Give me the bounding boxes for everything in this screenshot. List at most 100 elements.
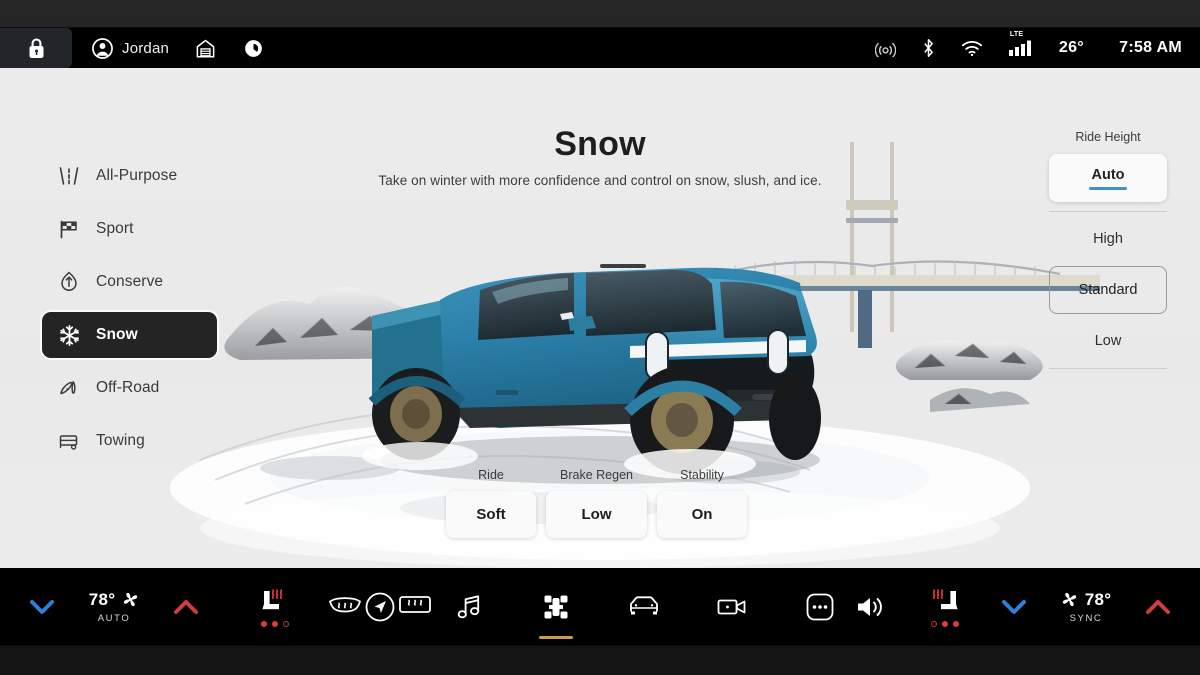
sidebar-item-conserve[interactable]: Conserve xyxy=(42,259,217,305)
volume-icon xyxy=(855,594,887,620)
nav-drive-modes-button[interactable] xyxy=(526,579,586,639)
sidebar-item-label: Sport xyxy=(96,220,134,237)
rivian-logo-icon xyxy=(244,39,263,58)
heated-seat-icon xyxy=(928,586,962,616)
snowflake-icon xyxy=(56,322,82,348)
sidebar-item-snow[interactable]: Snow xyxy=(42,312,217,358)
setting-stability: Stability On xyxy=(657,468,747,538)
setting-value-button[interactable]: Soft xyxy=(446,491,536,538)
garage-button[interactable] xyxy=(195,38,216,59)
drive-mode-list: All-Purpose Sport Conserve Snow Off-Road… xyxy=(42,153,217,464)
status-bar: Jordan LTE 26° 7:58 AM xyxy=(0,28,1200,68)
sidebar-item-label: Towing xyxy=(96,432,145,449)
ride-height-option-label: High xyxy=(1093,231,1123,247)
ride-height-option-label: Auto xyxy=(1091,166,1125,183)
infotainment-screen: Jordan LTE 26° 7:58 AM All-Purpose Sport… xyxy=(0,28,1200,645)
divider xyxy=(1049,368,1167,369)
taskbar-app-nav xyxy=(350,579,850,639)
ride-height-option-high[interactable]: High xyxy=(1093,212,1123,266)
driver-temperature: 78° xyxy=(88,589,116,609)
user-avatar-icon xyxy=(92,37,113,59)
ride-height-panel: Ride Height Auto High Standard Low xyxy=(1048,130,1168,369)
road-icon xyxy=(56,163,82,189)
heat-dot xyxy=(953,621,959,627)
driver-climate-readout[interactable]: 78° AUTO xyxy=(74,571,154,643)
heat-dot xyxy=(272,621,278,627)
driver-temp-up-button[interactable] xyxy=(154,571,218,643)
outside-temperature: 26° xyxy=(1058,39,1084,56)
chevron-up-icon xyxy=(173,599,199,615)
setting-value-button[interactable]: On xyxy=(657,491,747,538)
heat-dot xyxy=(283,621,289,627)
heat-dot xyxy=(931,621,937,627)
rivian-logo-button[interactable] xyxy=(244,39,263,58)
ride-height-option-low[interactable]: Low xyxy=(1095,314,1122,368)
seat-heat-level xyxy=(261,621,289,627)
active-tab-indicator xyxy=(539,635,573,639)
selection-underline xyxy=(1089,186,1127,190)
garage-icon xyxy=(195,38,216,59)
vehicle-chassis-icon xyxy=(541,592,571,622)
rivian-r1t-truck xyxy=(362,264,821,484)
sidebar-item-all-purpose[interactable]: All-Purpose xyxy=(42,153,217,199)
ride-height-title: Ride Height xyxy=(1075,130,1141,144)
sidebar-item-off-road[interactable]: Off-Road xyxy=(42,365,217,411)
mode-settings-row: Ride Soft Brake Regen Low Stability On xyxy=(446,468,747,538)
checkered-flag-icon xyxy=(56,216,82,242)
ride-height-option-auto[interactable]: Auto xyxy=(1049,154,1167,202)
taskbar-right-group: 78° SYNC xyxy=(834,571,1190,643)
chevron-up-icon xyxy=(1145,599,1171,615)
clock: 7:58 AM xyxy=(1119,39,1182,56)
fan-icon xyxy=(122,591,139,608)
lock-button[interactable] xyxy=(0,28,72,68)
driver-seat-heater-button[interactable] xyxy=(240,571,310,643)
sidebar-item-label: Snow xyxy=(96,326,138,343)
nav-camera-button[interactable] xyxy=(702,579,762,635)
chevron-down-icon xyxy=(1001,599,1027,615)
camera-icon xyxy=(716,594,748,620)
setting-label: Ride xyxy=(478,468,504,482)
ride-height-option-label: Standard xyxy=(1078,282,1138,298)
lock-icon xyxy=(28,37,45,59)
chevron-down-icon xyxy=(29,599,55,615)
fan-icon xyxy=(1061,591,1078,608)
sidebar-item-towing[interactable]: Towing xyxy=(42,418,217,464)
setting-ride: Ride Soft xyxy=(446,468,536,538)
passenger-temp-down-button[interactable] xyxy=(982,571,1046,643)
setting-value-button[interactable]: Low xyxy=(546,491,647,538)
heat-dot xyxy=(942,621,948,627)
main-content: All-Purpose Sport Conserve Snow Off-Road… xyxy=(0,68,1200,605)
passenger-temperature: 78° xyxy=(1084,589,1112,609)
cellular-label: LTE xyxy=(1009,31,1024,38)
bluetooth-icon[interactable] xyxy=(922,38,935,58)
wifi-icon[interactable] xyxy=(961,40,983,57)
nav-media-button[interactable] xyxy=(438,579,498,635)
passenger-climate-readout[interactable]: 78° SYNC xyxy=(1046,571,1126,643)
wireless-broadcast-icon[interactable] xyxy=(874,40,896,57)
driver-temp-down-button[interactable] xyxy=(10,571,74,643)
cellular-signal-icon[interactable]: LTE xyxy=(1008,31,1033,56)
bottom-taskbar: 78° AUTO 78° SYNC xyxy=(0,568,1200,645)
ride-height-option-label: Low xyxy=(1094,333,1122,349)
passenger-seat-heater-button[interactable] xyxy=(908,571,982,643)
nav-vehicle-button[interactable] xyxy=(614,579,674,635)
driver-climate-mode: AUTO xyxy=(97,612,131,624)
leaf-icon xyxy=(56,269,82,295)
setting-label: Brake Regen xyxy=(560,468,633,482)
heated-seat-icon xyxy=(258,586,292,616)
volume-button[interactable] xyxy=(834,571,908,643)
profile-button[interactable]: Jordan xyxy=(92,37,169,59)
off-road-terrain-icon xyxy=(56,375,82,401)
setting-brake-regen: Brake Regen Low xyxy=(546,468,647,538)
car-front-icon xyxy=(627,593,661,621)
passenger-climate-mode: SYNC xyxy=(1069,612,1103,624)
setting-label: Stability xyxy=(680,468,724,482)
passenger-temp-up-button[interactable] xyxy=(1126,571,1190,643)
seat-heat-level xyxy=(931,621,959,627)
sidebar-item-sport[interactable]: Sport xyxy=(42,206,217,252)
sidebar-item-label: Off-Road xyxy=(96,379,160,396)
status-indicators: LTE 26° 7:58 AM xyxy=(874,28,1182,68)
nav-navigation-button[interactable] xyxy=(350,579,410,635)
heat-dot xyxy=(261,621,267,627)
ride-height-option-standard[interactable]: Standard xyxy=(1049,266,1167,314)
